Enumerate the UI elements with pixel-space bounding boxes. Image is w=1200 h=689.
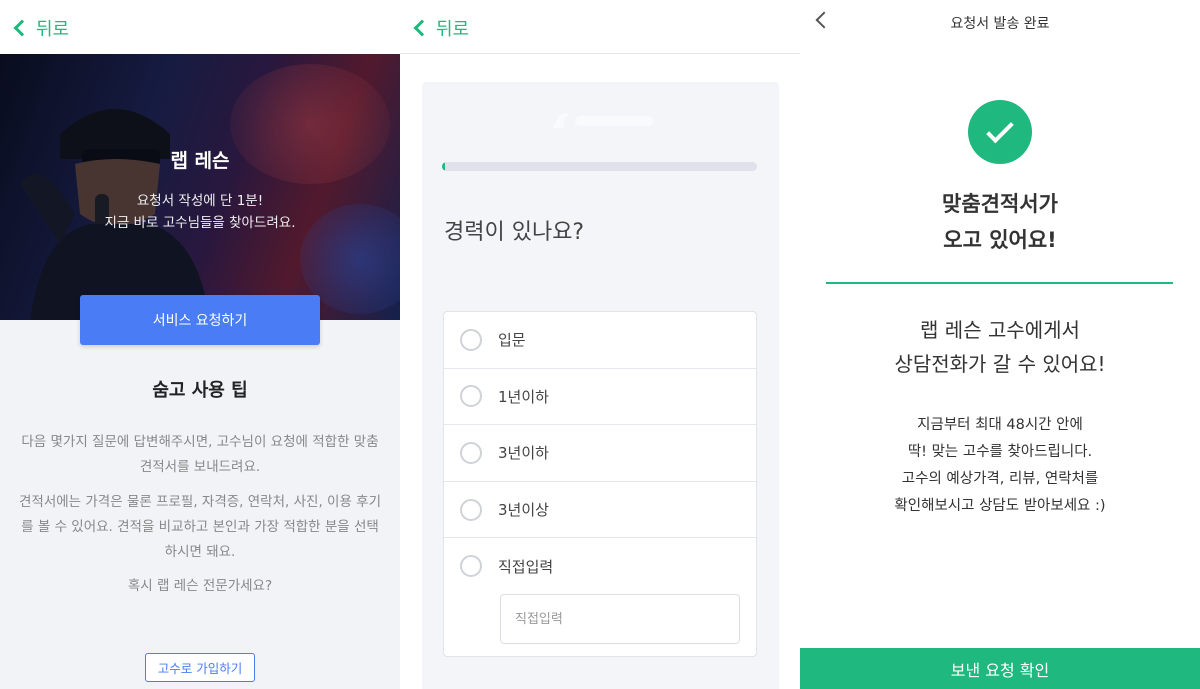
option-label: 3년이상 xyxy=(498,501,549,520)
back-button[interactable]: 뒤로 xyxy=(410,14,469,42)
request-sent-screen: 요청서 발송 완료 맞춤견적서가 오고 있어요! 랩 레슨 고수에게서 상담전화… xyxy=(800,0,1200,689)
service-request-button[interactable]: 서비스 요청하기 xyxy=(80,295,320,345)
progress-fill xyxy=(442,162,446,171)
progress-bar xyxy=(442,162,757,171)
radio-button[interactable] xyxy=(460,328,482,351)
back-button[interactable]: 뒤로 xyxy=(10,14,69,42)
chevron-left-icon xyxy=(413,19,431,37)
hero-subtitle: 요청서 작성에 단 1분! 지금 바로 고수님들을 찾아드려요. xyxy=(104,193,296,231)
check-icon xyxy=(986,115,1014,143)
option-under-3-years[interactable]: 3년이하 xyxy=(444,425,756,482)
question-screen: 뒤로 경력이 있나요? 입문 1년이하 3년이하 3년이상 직접입력 직접입력 xyxy=(400,0,800,689)
option-label: 3년이하 xyxy=(498,444,549,463)
tips-paragraph-1: 다음 몇가지 질문에 답변해주시면, 고수님이 요청에 적합한 맞춤 견적서를 … xyxy=(21,434,379,475)
header-bar: 뒤로 xyxy=(0,0,400,54)
page-title: 요청서 발송 완료 xyxy=(950,16,1050,32)
hero-title: 랩 레슨 xyxy=(170,150,230,172)
chevron-left-icon xyxy=(13,19,31,37)
back-label: 뒤로 xyxy=(36,19,70,40)
option-label: 직접입력 xyxy=(498,557,554,576)
radio-button[interactable] xyxy=(460,385,482,408)
question-card: 경력이 있나요? 입문 1년이하 3년이하 3년이상 직접입력 xyxy=(422,82,779,689)
option-over-3-years[interactable]: 3년이상 xyxy=(444,482,756,539)
option-beginner[interactable]: 입문 xyxy=(444,312,756,369)
sent-request-confirm-button[interactable]: 보낸 요청 확인 xyxy=(800,648,1200,689)
option-label: 1년이하 xyxy=(498,387,549,406)
option-under-1-year[interactable]: 1년이하 xyxy=(444,369,756,426)
direct-input-field[interactable] xyxy=(500,594,740,645)
header-bar: 뒤로 xyxy=(400,0,800,54)
tips-title: 숨고 사용 팁 xyxy=(152,380,248,401)
question-text: 경력이 있나요? xyxy=(444,220,585,245)
divider xyxy=(826,282,1173,284)
hero-banner: 랩 레슨 요청서 작성에 단 1분! 지금 바로 고수님들을 찾아드려요. xyxy=(0,54,400,320)
option-direct-input[interactable]: 직접입력 xyxy=(444,538,756,656)
back-label: 뒤로 xyxy=(436,19,470,40)
tips-paragraph-2: 견적서에는 가격은 물론 프로필, 자격증, 연락처, 사진, 이용 후기를 볼… xyxy=(19,494,381,560)
join-as-pro-button[interactable]: 고수로 가입하기 xyxy=(145,653,255,682)
options-list: 입문 1년이하 3년이하 3년이상 직접입력 xyxy=(443,311,757,658)
option-label: 입문 xyxy=(498,331,526,350)
tips-paragraph-3: 혹시 랩 레슨 전문가세요? xyxy=(127,578,273,594)
service-intro-screen: 뒤로 랩 레슨 요청서 작성에 단 1분! 지금 바로 고수님들을 찾아드려요.… xyxy=(0,0,400,689)
header-bar: 요청서 발송 완료 xyxy=(800,0,1200,44)
radio-button[interactable] xyxy=(460,555,482,578)
success-description: 지금부터 최대 48시간 안에 딱! 맞는 고수를 찾아드립니다. 고수의 예상… xyxy=(894,417,1106,514)
success-message: 랩 레슨 고수에게서 상담전화가 갈 수 있어요! xyxy=(894,318,1106,376)
success-check-icon xyxy=(968,100,1032,164)
radio-button[interactable] xyxy=(460,441,482,464)
radio-button[interactable] xyxy=(460,498,482,521)
success-headline: 맞춤견적서가 오고 있어요! xyxy=(942,192,1058,252)
logo-watermark-icon xyxy=(553,113,653,128)
